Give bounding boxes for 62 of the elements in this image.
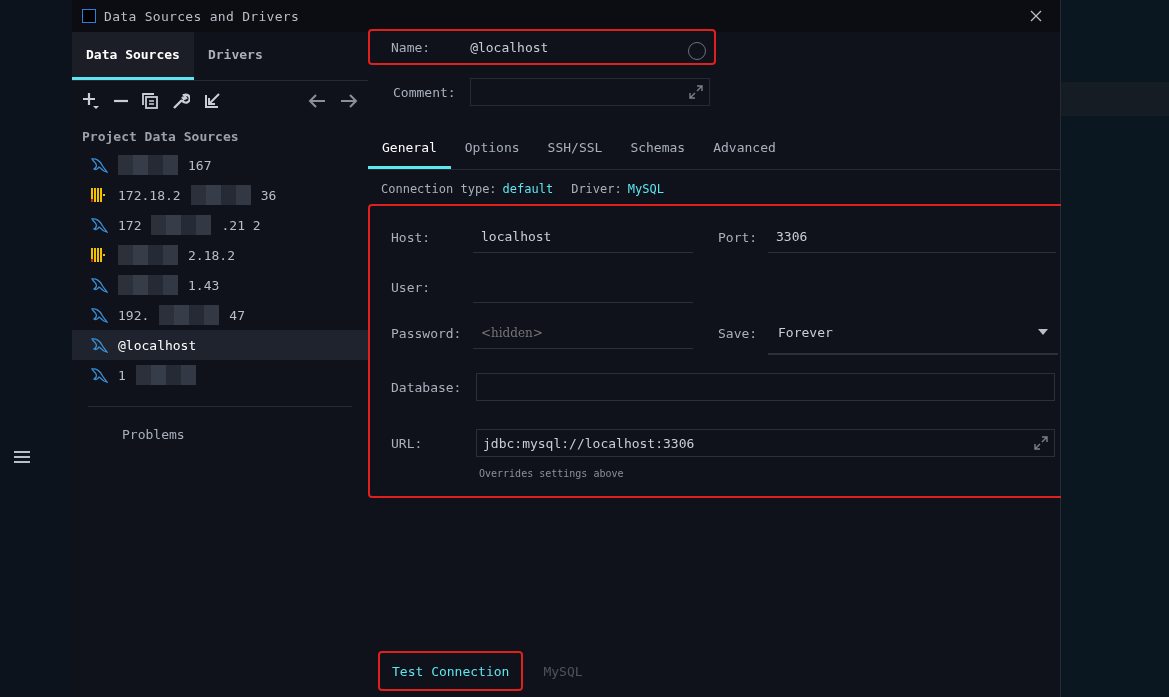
data-source-item[interactable]: 172 .21 2 — [72, 210, 368, 240]
connection-type-link[interactable]: default — [502, 182, 554, 196]
dolphin-icon — [90, 156, 108, 174]
forward-arrow-icon[interactable] — [340, 94, 358, 108]
app-logo-icon — [82, 9, 96, 23]
data-source-item[interactable]: 192. 47 — [72, 300, 368, 330]
data-source-item[interactable]: 1 — [72, 360, 368, 390]
field-label: Name: — [391, 39, 431, 55]
expand-icon[interactable] — [1034, 436, 1048, 450]
wrench-icon[interactable] — [172, 92, 190, 110]
menu-icon[interactable] — [14, 450, 30, 464]
dropdown-arrow-icon — [1038, 329, 1048, 335]
tab[interactable]: Options — [450, 129, 534, 169]
tab[interactable]: Advanced — [699, 129, 790, 169]
field-label: Port: — [718, 229, 759, 245]
host-field[interactable]: localhost — [473, 221, 693, 253]
password-field[interactable]: <hidden> — [473, 317, 693, 349]
data-source-item[interactable]: 2.18.2 — [72, 240, 368, 270]
dolphin-icon — [90, 216, 108, 234]
database-field[interactable] — [476, 373, 1055, 401]
data-source-item[interactable]: 172.18.2 36 — [72, 180, 368, 210]
test-connection-button[interactable]: Test Connection — [378, 651, 524, 691]
problems-item[interactable]: Problems — [122, 427, 185, 442]
field-label: User: — [391, 279, 432, 295]
section-title: Project Data Sources — [81, 128, 240, 146]
field-label: Host: — [391, 229, 432, 245]
field-label: Password: — [391, 325, 463, 341]
dolphin-icon — [90, 306, 108, 324]
dolphin-icon — [90, 366, 108, 384]
field-label: Save: — [718, 325, 759, 341]
url-field[interactable]: jdbc:mysql://localhost:3306 — [476, 429, 1055, 457]
dolphin-icon — [90, 276, 108, 294]
expand-icon[interactable] — [688, 85, 703, 99]
add-icon[interactable] — [82, 92, 100, 110]
tab[interactable]: General — [368, 129, 451, 169]
field-label: Comment: — [393, 84, 456, 100]
bar-columns-icon — [90, 246, 108, 264]
window-title: Data Sources and Drivers — [104, 8, 301, 24]
tab[interactable]: SSH/SSL — [533, 129, 617, 169]
close-icon[interactable] — [1030, 10, 1042, 22]
tab[interactable]: Drivers — [193, 32, 277, 80]
data-source-item[interactable]: 1.43 — [72, 270, 368, 300]
hint-text: Overrides settings above — [479, 468, 625, 479]
field-label: URL: — [391, 435, 424, 451]
name-field[interactable]: @localhost — [470, 39, 688, 55]
data-source-item[interactable]: @localhost — [72, 330, 368, 360]
bar-columns-icon — [90, 186, 108, 204]
driver-link[interactable]: MySQL — [627, 182, 664, 196]
tab[interactable]: Data Sources — [72, 32, 194, 80]
field-label: Database: — [391, 379, 463, 395]
dolphin-icon — [90, 336, 108, 354]
tab[interactable]: Schemas — [616, 129, 700, 169]
field-label: Driver: — [571, 182, 622, 196]
save-dropdown[interactable]: Forever — [768, 311, 1058, 355]
back-arrow-icon[interactable] — [308, 94, 326, 108]
data-source-item[interactable]: 167 — [72, 150, 368, 180]
import-icon[interactable] — [204, 93, 220, 109]
remove-icon[interactable] — [114, 99, 128, 103]
port-field[interactable]: 3306 — [768, 221, 1056, 253]
copy-icon[interactable] — [142, 93, 158, 109]
comment-field[interactable] — [469, 78, 710, 106]
field-label: Connection type: — [381, 182, 497, 196]
